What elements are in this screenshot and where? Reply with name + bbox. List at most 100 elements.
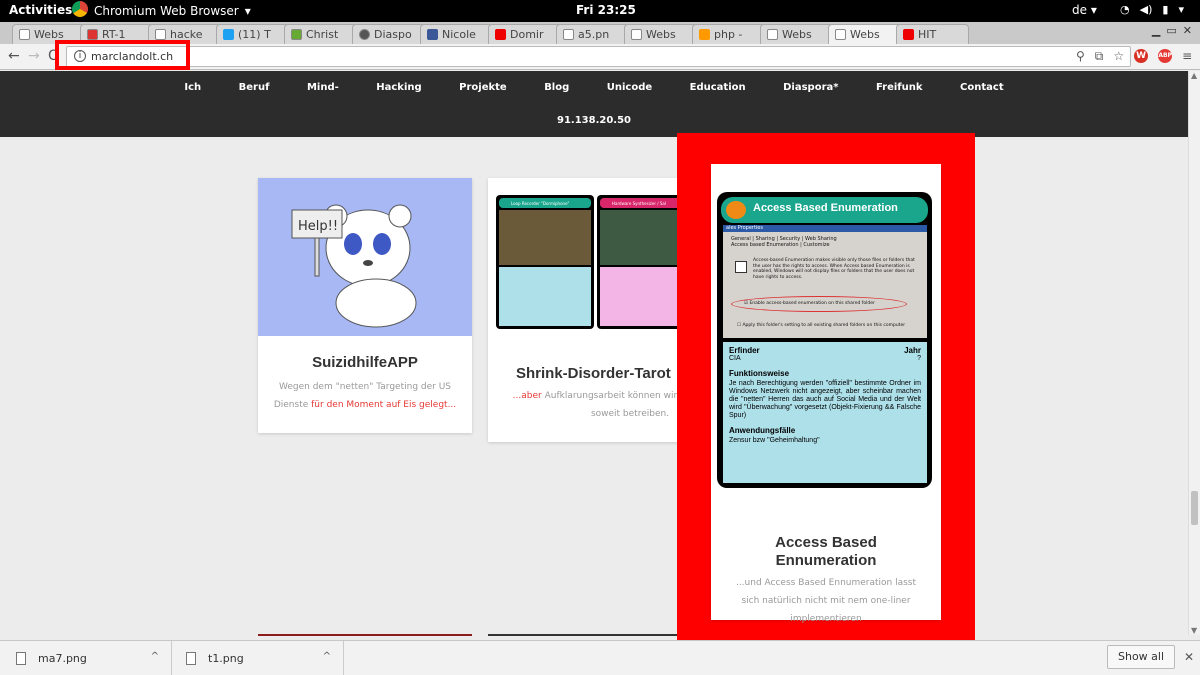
page-icon xyxy=(631,29,642,40)
nav-item[interactable]: Blog xyxy=(544,82,569,93)
close-icon[interactable]: ✕ xyxy=(1183,24,1192,37)
post-excerpt: ...und Access Based Ennumeration lasst s… xyxy=(711,574,941,628)
browser-tab[interactable]: Webs xyxy=(624,24,697,44)
browser-tab[interactable]: Domir xyxy=(488,24,561,44)
post-title[interactable]: Access Based Ennumeration xyxy=(711,534,941,570)
anwendung-text: Zensur bzw "Geheimhaltung" xyxy=(729,437,820,444)
wifi-icon: ◔ xyxy=(1120,3,1130,16)
funktionsweise-text: Je nach Berechtigung werden "offiziell" … xyxy=(729,380,921,419)
nav-item[interactable]: Ich xyxy=(184,82,201,93)
adblock-icon[interactable]: ABP xyxy=(1158,49,1173,63)
scrollbar-thumb[interactable] xyxy=(1191,491,1198,525)
activities-button[interactable]: Activities xyxy=(9,3,72,17)
show-all-button[interactable]: Show all xyxy=(1107,645,1175,669)
browser-tab[interactable]: a5.pn xyxy=(556,24,629,44)
page-icon xyxy=(563,29,574,40)
nav-item[interactable]: Beruf xyxy=(239,82,270,93)
nav-item[interactable]: Diaspora* xyxy=(783,82,838,93)
chevron-up-icon[interactable]: ^ xyxy=(151,651,159,662)
nav-item[interactable]: Education xyxy=(690,82,746,93)
excerpt-link[interactable]: für den Moment auf Eis gelegt... xyxy=(311,400,456,410)
zoom-icon[interactable]: ⚲ xyxy=(1076,49,1085,64)
menu-icon[interactable]: ≡ xyxy=(1182,49,1192,64)
extension-w-icon[interactable]: W xyxy=(1134,49,1149,63)
mini-tarot-header: Loop Recorder "Dormiphone" xyxy=(499,198,591,208)
tab-label: Christ xyxy=(306,28,339,41)
anwendung-label: Anwendungsfälle xyxy=(729,426,796,435)
toolbar-actions: ⚲ ⧉ ☆ W ABP ≡ xyxy=(1076,49,1192,64)
tab-label: Domir xyxy=(510,28,544,41)
tab-label: Nicole xyxy=(442,28,476,41)
bookmark-star-icon[interactable]: ☆ xyxy=(1113,49,1124,64)
youtube-icon xyxy=(495,29,506,40)
tab-label: Diaspo xyxy=(374,28,412,41)
language-indicator[interactable]: de ▾ xyxy=(1072,3,1097,17)
download-item[interactable]: t1.png ^ xyxy=(172,641,344,675)
post-card[interactable]: Loop Recorder "Dormiphone" Hardware Synt… xyxy=(488,178,702,442)
address-bar[interactable]: i marclandolt.ch xyxy=(66,46,1131,67)
facebook-icon xyxy=(427,29,438,40)
diaspora-icon xyxy=(359,29,370,40)
excerpt-text: soweit betreiben. xyxy=(590,409,670,419)
language-label: de xyxy=(1072,3,1087,17)
browser-tab[interactable]: (11) T xyxy=(216,24,289,44)
post-title[interactable]: Shrink-Disorder-Tarot xyxy=(516,365,702,382)
dialog-checkbox-apply: ☐ Apply this folder's setting to all exi… xyxy=(737,323,906,328)
system-tray[interactable]: ◔ ◀) ▮ ▾ xyxy=(1120,3,1184,16)
scroll-up-arrow-icon[interactable]: ▲ xyxy=(1191,71,1197,80)
tab-label: Webs xyxy=(646,28,676,41)
clock[interactable]: Fri 23:25 xyxy=(576,3,636,17)
nav-item[interactable]: Mind- xyxy=(307,82,339,93)
app-menu[interactable]: Chromium Web Browser ▾ xyxy=(72,1,251,19)
nav-item[interactable]: Freifunk xyxy=(876,82,923,93)
browser-tab[interactable]: Diaspo xyxy=(352,24,425,44)
nav-item[interactable]: Contact xyxy=(960,82,1004,93)
post-title-line: Access Based xyxy=(775,534,877,551)
next-card-edge xyxy=(488,634,702,636)
page-icon xyxy=(155,29,166,40)
nav-item-ip[interactable]: 91.138.20.50 xyxy=(0,115,1188,126)
download-item[interactable]: ma7.png ^ xyxy=(0,641,172,675)
post-thumbnail[interactable]: Help!! xyxy=(258,178,472,336)
file-icon xyxy=(16,651,26,665)
browser-tab[interactable]: HIT xyxy=(896,24,969,44)
maximize-icon[interactable]: ▭ xyxy=(1166,24,1176,37)
scroll-down-arrow-icon[interactable]: ▼ xyxy=(1191,626,1197,635)
window-controls: ▁ ▭ ✕ xyxy=(1152,24,1192,37)
chevron-up-icon[interactable]: ^ xyxy=(323,651,331,662)
funktionsweise-label: Funktionsweise xyxy=(729,369,790,378)
site-menu: Ich Beruf Mind- Hacking Projekte Blog Un… xyxy=(0,82,1188,93)
excerpt-link[interactable]: ...aber xyxy=(504,391,542,401)
dialog-description: Access-based Enumeration makes visible o… xyxy=(753,258,915,280)
translate-icon[interactable]: ⧉ xyxy=(1095,49,1104,64)
page-scrollbar[interactable]: ▲ ▼ xyxy=(1188,71,1200,635)
post-grid: Help!! SuizidhilfeAPP Wegen dem "netten"… xyxy=(0,133,1188,656)
erfinder-label: Erfinder xyxy=(729,346,760,355)
browser-tab[interactable]: php - xyxy=(692,24,765,44)
power-menu-chevron-icon: ▾ xyxy=(1178,3,1184,16)
mini-tarot-card[interactable]: Loop Recorder "Dormiphone" xyxy=(496,195,594,329)
browser-tab-active[interactable]: Webs xyxy=(828,24,901,44)
jahr-label: Jahr xyxy=(904,346,921,355)
nav-item[interactable]: Unicode xyxy=(607,82,652,93)
nav-item[interactable]: Hacking xyxy=(376,82,421,93)
back-arrow-icon[interactable]: ← xyxy=(8,48,20,64)
nav-item[interactable]: Projekte xyxy=(459,82,507,93)
close-icon[interactable]: ✕ xyxy=(1184,650,1194,664)
minimize-icon[interactable]: ▁ xyxy=(1152,24,1160,37)
twitter-icon xyxy=(223,29,234,40)
post-title[interactable]: SuizidhilfeAPP xyxy=(258,354,472,371)
browser-tab[interactable]: Webs xyxy=(760,24,833,44)
excerpt-text: Aufklarungsarbeit können wir ma xyxy=(541,391,695,401)
excerpt-text: Wegen dem "netten" Targeting der US xyxy=(278,382,451,392)
gnome-top-bar: Activities Chromium Web Browser ▾ Fri 23… xyxy=(0,0,1200,22)
download-filename: t1.png xyxy=(208,651,244,665)
post-card[interactable]: Help!! SuizidhilfeAPP Wegen dem "netten"… xyxy=(258,178,472,433)
tarot-card-image[interactable]: Access Based Enumeration ales Properties… xyxy=(717,192,932,488)
excerpt-text: Dienste xyxy=(273,400,312,410)
browser-tab[interactable]: Nicole xyxy=(420,24,493,44)
tab-label: HIT xyxy=(918,28,937,41)
forward-arrow-icon[interactable]: → xyxy=(28,48,40,64)
excerpt-text: implementieren xyxy=(790,614,862,624)
browser-tab[interactable]: Christ xyxy=(284,24,357,44)
